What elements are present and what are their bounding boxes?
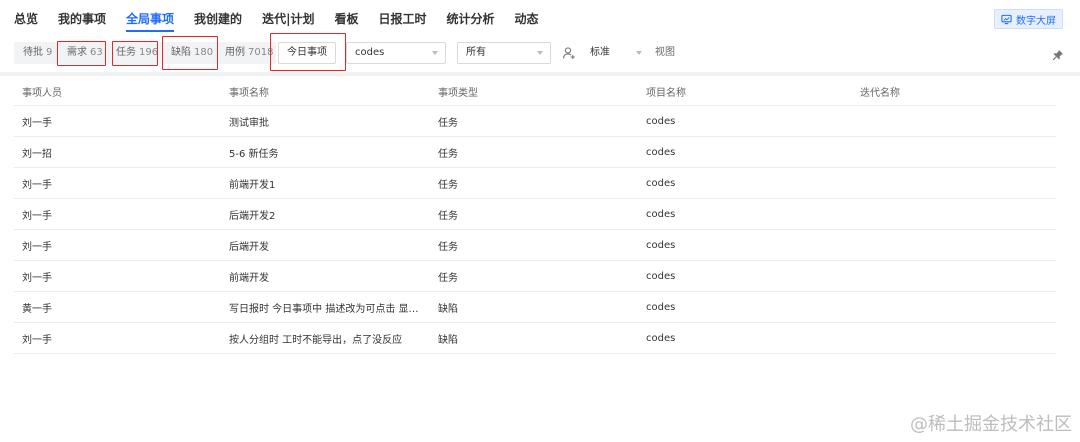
cell-project-name: codes — [646, 239, 676, 251]
cell-item-type: 任务 — [438, 272, 458, 284]
column-header-project-name[interactable]: 项目名称 — [646, 78, 846, 105]
view-button[interactable]: 视图 — [655, 42, 675, 64]
chevron-down-icon — [432, 51, 438, 55]
cell-assignee: 刘一手 — [22, 334, 52, 346]
nav-tab-global-items[interactable]: 全局事项 — [126, 0, 175, 38]
count-tab-requirement[interactable]: 需求 63 — [67, 42, 103, 64]
table-row[interactable]: 刘一手 按人分组时 工时不能导出，点了没反应 缺陷 codes — [14, 323, 1056, 354]
cell-iteration-name — [860, 261, 1050, 291]
watermark: @稀土掘金技术社区 — [910, 414, 1072, 435]
cell-assignee: 刘一手 — [22, 210, 52, 222]
cell-project-name: codes — [646, 115, 676, 127]
cell-item-type: 任务 — [438, 179, 458, 191]
filter-bar: 待批 9 需求 63 任务 196 缺陷 180 用例 7018 今日事项 codes 所… — [0, 33, 1080, 72]
chevron-down-icon — [537, 51, 543, 55]
table-row[interactable]: 刘一手 后端开发2 任务 codes — [14, 199, 1056, 230]
count-tab-task[interactable]: 任务 196 — [116, 42, 158, 64]
nav-tab-daily-report[interactable]: 日报工时 — [378, 0, 426, 38]
cell-project-name: codes — [646, 301, 676, 313]
assign-user-icon[interactable] — [562, 46, 576, 60]
cell-project-name: codes — [646, 270, 676, 282]
table-row[interactable]: 刘一手 后端开发 任务 codes — [14, 230, 1056, 261]
cell-item-name[interactable]: 按人分组时 工时不能导出，点了没反应 — [229, 323, 429, 353]
nav-tab-iteration-plan[interactable]: 迭代|计划 — [262, 0, 314, 38]
table-row[interactable]: 刘一手 前端开发1 任务 codes — [14, 168, 1056, 199]
project-select-value: codes — [355, 47, 385, 58]
table-row[interactable]: 黄一手 写日报时 今日事项中 描述改为可点击 显示... 缺陷 codes — [14, 292, 1056, 323]
cell-project-name: codes — [646, 208, 676, 220]
cell-iteration-name — [860, 230, 1050, 260]
scope-select[interactable]: 所有 — [457, 42, 551, 64]
cell-assignee: 刘一手 — [22, 117, 52, 129]
table-header: 事项人员 事项名称 事项类型 项目名称 迭代名称 — [14, 78, 1056, 106]
pin-icon[interactable] — [1052, 49, 1064, 61]
table-row[interactable]: 刘一招 5-6 新任务 任务 codes — [14, 137, 1056, 168]
standard-select[interactable]: 标准 — [590, 42, 610, 64]
table-row[interactable]: 刘一手 前端开发 任务 codes — [14, 261, 1056, 292]
today-items-button[interactable]: 今日事项 — [278, 42, 336, 64]
bigscreen-button[interactable]: 数字大屏 — [994, 9, 1063, 29]
cell-assignee: 刘一招 — [22, 148, 52, 160]
cell-project-name: codes — [646, 146, 676, 158]
cell-iteration-name — [860, 137, 1050, 167]
cell-item-type: 任务 — [438, 210, 458, 222]
bigscreen-label: 数字大屏 — [1016, 15, 1056, 27]
chevron-down-icon — [636, 51, 642, 55]
scope-select-value: 所有 — [466, 47, 486, 58]
cell-item-type: 任务 — [438, 148, 458, 160]
cell-project-name: codes — [646, 177, 676, 189]
count-tab-testcase[interactable]: 用例 7018 — [225, 42, 273, 64]
project-select[interactable]: codes — [346, 42, 446, 64]
column-header-assignee[interactable]: 事项人员 — [22, 78, 222, 105]
cell-item-name[interactable]: 5-6 新任务 — [229, 137, 429, 167]
cell-assignee: 黄一手 — [22, 303, 52, 315]
cell-iteration-name — [860, 106, 1050, 136]
items-table: 事项人员 事项名称 事项类型 项目名称 迭代名称 刘一手 测试审批 任务 cod… — [14, 78, 1056, 354]
cell-assignee: 刘一手 — [22, 179, 52, 191]
cell-item-type: 任务 — [438, 117, 458, 129]
cell-item-type: 缺陷 — [438, 303, 458, 315]
top-nav: 总览 我的事项 全局事项 我创建的 迭代|计划 看板 日报工时 统计分析 动态 — [0, 0, 1080, 38]
cell-project-name: codes — [646, 332, 676, 344]
nav-tab-statistics[interactable]: 统计分析 — [446, 0, 494, 38]
cell-assignee: 刘一手 — [22, 241, 52, 253]
column-header-iteration-name[interactable]: 迭代名称 — [860, 78, 1050, 105]
nav-tab-my-items[interactable]: 我的事项 — [58, 0, 106, 38]
cell-item-type: 缺陷 — [438, 334, 458, 346]
cell-assignee: 刘一手 — [22, 272, 52, 284]
count-tab-bug[interactable]: 缺陷 180 — [171, 42, 213, 64]
cell-iteration-name — [860, 199, 1050, 229]
cell-iteration-name — [860, 292, 1050, 322]
table-row[interactable]: 刘一手 测试审批 任务 codes — [14, 106, 1056, 137]
screen-icon — [1001, 14, 1012, 24]
cell-item-name[interactable]: 后端开发2 — [229, 199, 429, 229]
cell-item-name[interactable]: 前端开发 — [229, 261, 429, 291]
cell-item-name[interactable]: 后端开发 — [229, 230, 429, 260]
nav-tab-activity[interactable]: 动态 — [515, 0, 539, 38]
column-header-item-name[interactable]: 事项名称 — [229, 78, 429, 105]
cell-iteration-name — [860, 168, 1050, 198]
cell-item-name[interactable]: 写日报时 今日事项中 描述改为可点击 显示... — [229, 292, 429, 322]
section-divider — [0, 72, 1080, 76]
column-header-item-type[interactable]: 事项类型 — [438, 78, 638, 105]
nav-tab-overview[interactable]: 总览 — [14, 0, 38, 38]
cell-item-name[interactable]: 前端开发1 — [229, 168, 429, 198]
nav-tab-board[interactable]: 看板 — [334, 0, 358, 38]
nav-tab-created-by-me[interactable]: 我创建的 — [194, 0, 242, 38]
cell-item-name[interactable]: 测试审批 — [229, 106, 429, 136]
count-tab-pending[interactable]: 待批 9 — [23, 42, 52, 64]
type-count-tabs: 待批 9 需求 63 任务 196 缺陷 180 用例 7018 — [14, 42, 276, 64]
cell-item-type: 任务 — [438, 241, 458, 253]
cell-iteration-name — [860, 323, 1050, 353]
